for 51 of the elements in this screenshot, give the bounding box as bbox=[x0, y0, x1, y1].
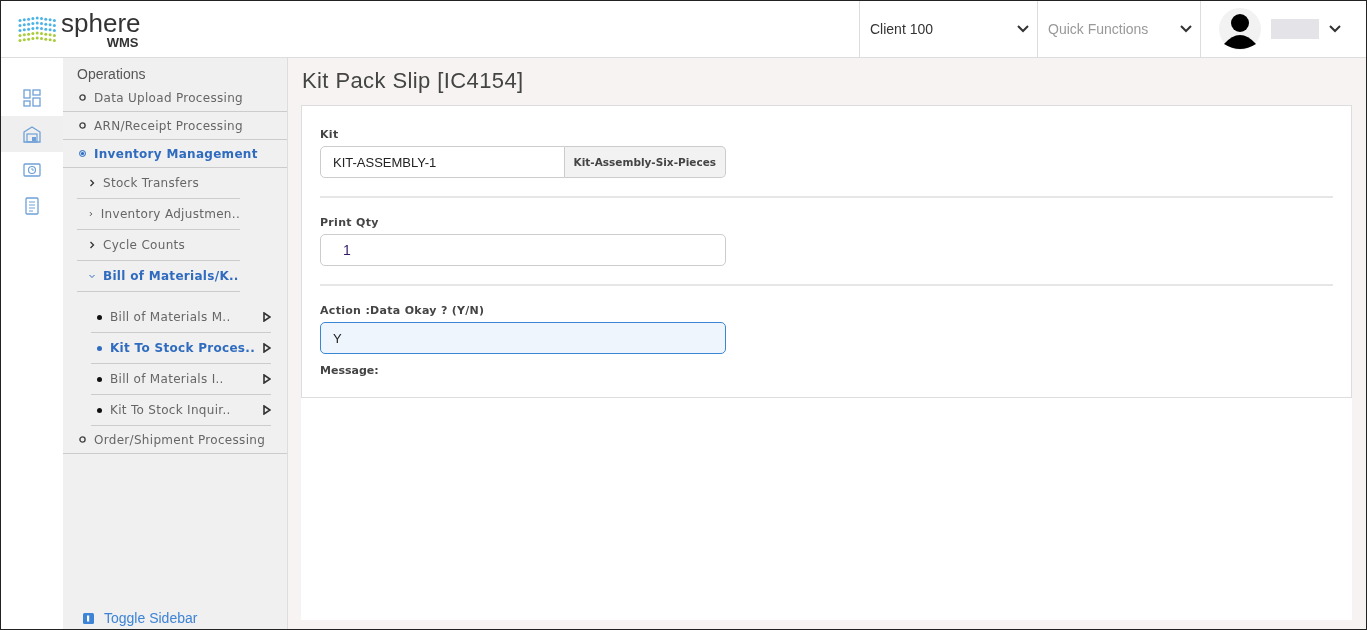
sidebar-subitem[interactable]: Cycle Counts bbox=[77, 230, 240, 261]
quick-functions-select[interactable]: Quick Functions bbox=[1037, 1, 1200, 57]
sidebar-item[interactable]: Data Upload Processing bbox=[63, 84, 287, 112]
input-field[interactable]: 1 bbox=[320, 234, 726, 266]
sidebar-item[interactable]: ARN/Receipt Processing bbox=[63, 112, 287, 140]
play-icon bbox=[263, 405, 271, 415]
chevron-right-icon bbox=[89, 179, 95, 187]
message-label: Message: bbox=[320, 364, 380, 377]
chevron-down-icon bbox=[1329, 25, 1341, 33]
rail-nav-button[interactable] bbox=[1, 116, 63, 152]
rail-nav-icon bbox=[23, 197, 41, 215]
radio-dot-icon bbox=[79, 150, 86, 157]
input-field[interactable]: Y bbox=[320, 322, 726, 354]
logo-subtitle: WMS bbox=[106, 35, 139, 49]
sidebar-leaf-item[interactable]: Kit To Stock Proces.. bbox=[91, 333, 271, 364]
circle-icon bbox=[79, 436, 86, 443]
field-label: Action :Data Okay ? (Y/N) bbox=[320, 304, 486, 317]
toggle-sidebar-link[interactable]: Toggle Sidebar bbox=[83, 610, 198, 626]
rail-nav-icon bbox=[23, 89, 41, 107]
client-select[interactable]: Client 100 bbox=[859, 1, 1037, 57]
sidebar-item[interactable]: Order/Shipment Processing bbox=[63, 426, 287, 454]
user-avatar-icon[interactable] bbox=[1219, 8, 1261, 50]
circle-icon bbox=[79, 94, 86, 101]
rail-nav-icon bbox=[23, 161, 41, 179]
chevron-down-icon bbox=[1180, 25, 1192, 33]
sidebar-item[interactable]: Inventory Management bbox=[63, 140, 287, 168]
play-icon bbox=[263, 374, 271, 384]
logo-name: sphere bbox=[61, 9, 141, 36]
globe-logo-icon bbox=[17, 14, 57, 44]
sidebar-leaf-item[interactable]: Kit To Stock Inquir.. bbox=[91, 395, 271, 426]
sidebar-leaf-item[interactable]: Bill of Materials I.. bbox=[91, 364, 271, 395]
chevron-right-icon bbox=[89, 210, 93, 218]
chevron-down-icon bbox=[89, 272, 95, 280]
circle-icon bbox=[79, 122, 86, 129]
page-title: Kit Pack Slip [IC4154] bbox=[302, 68, 525, 94]
input-field[interactable]: KIT-ASSEMBLY-1 bbox=[320, 146, 565, 178]
sidebar-subitem[interactable]: Stock Transfers bbox=[77, 168, 240, 199]
sidebar-section-title: Operations bbox=[76, 66, 147, 82]
field-description-addon: Kit-Assembly-Six-Pieces bbox=[564, 146, 726, 178]
chevron-right-icon bbox=[89, 241, 95, 249]
chevron-down-icon bbox=[1017, 25, 1029, 33]
play-icon bbox=[263, 343, 271, 353]
sidebar-subitem[interactable]: Bill of Materials/K.. bbox=[77, 261, 240, 292]
rail-nav-icon bbox=[23, 125, 41, 143]
sidebar-leaf-item[interactable]: Bill of Materials M.. bbox=[91, 302, 271, 333]
sidebar-subitem[interactable]: Inventory Adjustmen.. bbox=[77, 199, 240, 230]
play-icon bbox=[263, 312, 271, 322]
sidebar-toggle-icon bbox=[83, 612, 94, 624]
field-label: Print Qty bbox=[320, 216, 380, 229]
field-label: Kit bbox=[320, 128, 340, 141]
blurred-user-name bbox=[1271, 19, 1319, 39]
